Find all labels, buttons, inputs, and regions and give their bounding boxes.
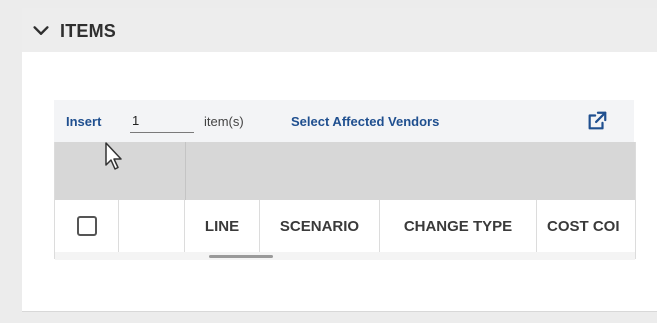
section-title: ITEMS [60,20,117,41]
grid-header-row: LINE SCENARIO CHANGE TYPE COST COI [55,200,635,253]
select-affected-vendors-link[interactable]: Select Affected Vendors [291,114,439,129]
chevron-down-icon[interactable] [30,20,52,42]
grid-group-band [55,142,635,200]
grid-band-divider [185,142,186,200]
select-all-checkbox[interactable] [76,216,97,236]
horizontal-scrollbar[interactable] [55,252,635,260]
scrollbar-thumb[interactable] [209,255,273,258]
mouse-pointer-icon [105,142,122,170]
insert-quantity-input[interactable] [130,108,194,133]
items-suffix-label: item(s) [204,114,244,129]
column-header-scenario[interactable]: SCENARIO [260,200,380,252]
open-in-new-icon[interactable] [586,110,608,132]
column-header-blank[interactable] [119,200,185,252]
items-card: Insert item(s) Select Affected Vendors L… [22,52,657,312]
insert-link[interactable]: Insert [66,114,101,129]
column-header-line[interactable]: LINE [185,200,260,252]
column-header-cost-code[interactable]: COST COI [537,200,635,252]
items-section-header[interactable]: ITEMS [22,8,657,54]
select-all-cell [55,200,119,252]
column-header-change-type[interactable]: CHANGE TYPE [380,200,537,252]
items-grid: LINE SCENARIO CHANGE TYPE COST COI [54,142,636,260]
items-toolbar: Insert item(s) Select Affected Vendors [54,100,634,142]
